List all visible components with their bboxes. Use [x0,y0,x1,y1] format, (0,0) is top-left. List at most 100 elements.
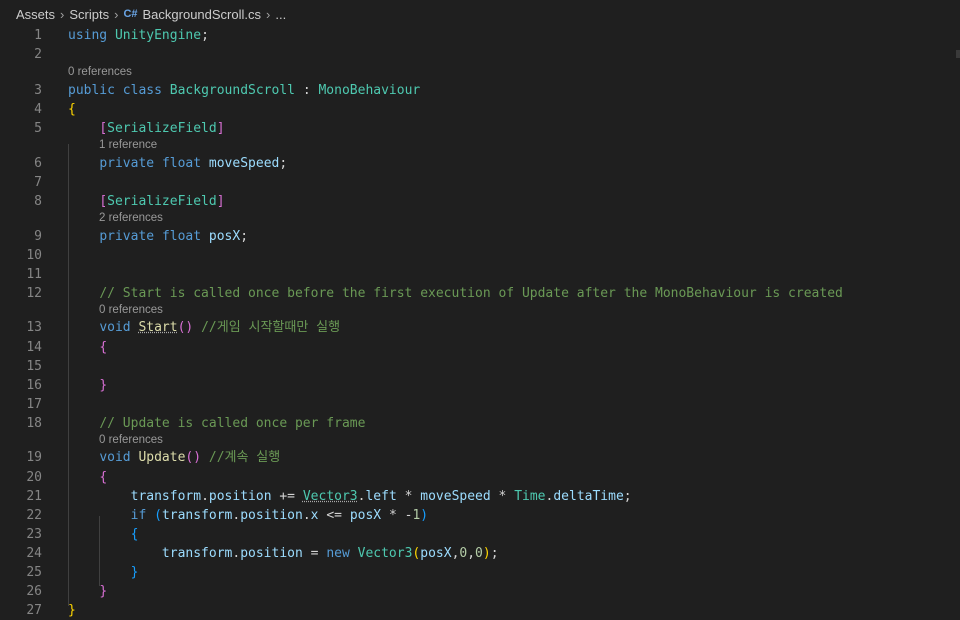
line-number: 18 [26,416,42,431]
code-text[interactable]: if (transform.position.x <= posX * -1) [68,506,428,525]
breadcrumb: Assets › Scripts › C# BackgroundScroll.c… [0,0,960,28]
code-token: class [122,83,162,98]
codelens-references[interactable]: 0 references [68,64,132,80]
code-text[interactable]: private float posX; [68,227,248,246]
line-number: 23 [26,527,42,542]
code-token: transform [161,508,233,523]
code-token: { [99,340,108,355]
code-token: transform [161,546,233,561]
code-text[interactable]: } [68,376,107,395]
breadcrumb-assets[interactable]: Assets [16,7,55,22]
code-token: } [99,584,108,599]
line-number: 22 [26,508,42,523]
code-token: x [310,508,319,523]
code-text[interactable]: // Start is called once before the first… [68,284,843,303]
line-number: 16 [26,378,42,393]
code-text[interactable]: } [68,601,76,620]
line-number: 14 [26,340,42,355]
code-token: ; [279,156,288,171]
codelens-references[interactable]: 0 references [99,302,163,318]
code-text[interactable]: { [68,100,76,119]
line-number: 1 [34,28,42,43]
code-token: . [302,508,311,523]
code-token: { [68,102,76,117]
code-text[interactable]: { [68,468,107,487]
line-number: 6 [34,156,42,171]
line-number: 8 [34,194,42,209]
code-text[interactable]: void Update() //계속 실행 [68,448,280,467]
codelens-references[interactable]: 1 reference [99,137,157,153]
code-token: ( [154,508,162,523]
line-number: 9 [34,229,42,244]
line-number: 24 [26,546,42,561]
line-number: 12 [26,286,42,301]
code-text[interactable]: // Update is called once per frame [68,414,365,433]
code-token: [ [99,194,108,209]
code-token: BackgroundScroll [169,83,295,98]
code-token: SerializeField [107,194,217,209]
code-token: SerializeField [107,121,217,136]
code-token: ; [240,229,249,244]
codelens-references[interactable]: 0 references [99,432,163,448]
code-token: UnityEngine [114,28,202,43]
code-token: private [99,229,155,244]
line-number: 3 [34,83,42,98]
scrollbar-marker[interactable] [956,50,960,58]
code-text[interactable]: private float moveSpeed; [68,154,287,173]
code-token: : [295,83,319,98]
code-token: Vector3 [302,489,358,504]
code-text[interactable]: [SerializeField] [68,119,224,138]
breadcrumb-scripts[interactable]: Scripts [69,7,109,22]
code-token: } [68,603,76,618]
codelens-references[interactable]: 2 references [99,210,163,226]
code-text[interactable]: public class BackgroundScroll : MonoBeha… [68,81,420,100]
chevron-right-icon: › [266,6,271,22]
breadcrumb-file[interactable]: BackgroundScroll.cs [143,7,262,22]
line-number: 19 [26,450,42,465]
code-editor[interactable]: 1 using UnityEngine; 2 3 public class Backgr… [0,26,960,620]
code-token: { [99,470,108,485]
code-token: ) [420,508,429,523]
breadcrumb-symbol[interactable]: ... [275,7,286,22]
line-number: 2 [34,47,42,62]
line-number: 21 [26,489,42,504]
code-text[interactable]: void Start() //게임 시작할때만 실행 [68,318,340,337]
code-text[interactable]: { [68,525,139,544]
line-number: 25 [26,565,42,580]
code-token: Vector3 [357,546,413,561]
code-text[interactable]: transform.position = new Vector3(posX,0,… [68,544,499,563]
code-text[interactable]: using UnityEngine; [68,26,209,45]
line-number: 7 [34,175,42,190]
code-token: // Update is called once per frame [99,416,366,431]
code-token: public [68,83,115,98]
code-token: * [490,489,515,504]
code-token: MonoBehaviour [318,83,421,98]
code-text[interactable]: [SerializeField] [68,192,224,211]
code-text[interactable]: transform.position += Vector3.left * mov… [68,487,632,506]
code-token: ; [623,489,632,504]
code-text[interactable]: } [68,563,139,582]
line-number: 10 [26,248,42,263]
code-text[interactable]: } [68,582,107,601]
code-token: * - [381,508,413,523]
line-number: 13 [26,320,42,335]
code-token: Time [514,489,546,504]
code-token: void [99,320,131,335]
code-text[interactable]: { [68,338,107,357]
